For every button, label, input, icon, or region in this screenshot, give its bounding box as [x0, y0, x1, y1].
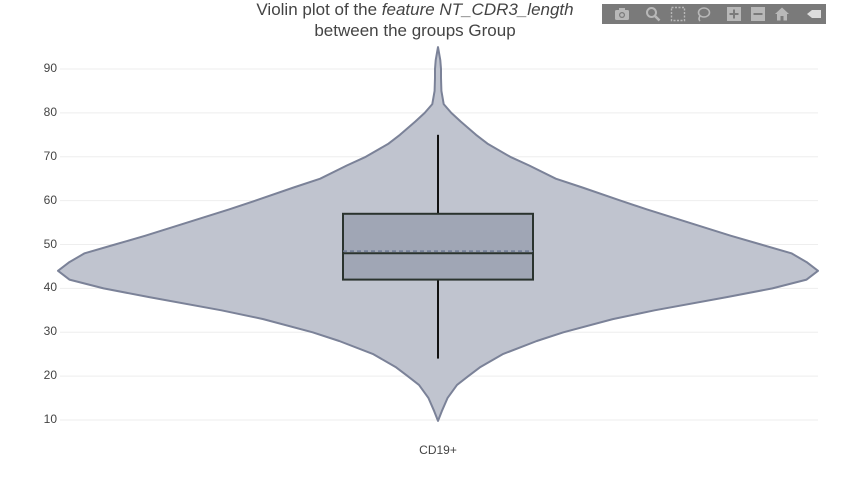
y-tick-label: 10 — [43, 412, 57, 426]
y-tick-label: 30 — [43, 324, 57, 339]
violin-chart — [57, 46, 819, 422]
x-tick-label: CD19+ — [419, 443, 457, 457]
y-tick-label: 90 — [43, 61, 57, 75]
y-tick-label: 20 — [43, 368, 57, 383]
box-iqr — [342, 212, 534, 281]
y-tick-label: 70 — [43, 148, 57, 163]
y-tick-label: 80 — [43, 104, 57, 119]
y-tick-label: 40 — [43, 280, 57, 295]
y-tick-label: 50 — [43, 236, 57, 251]
y-tick-label: 60 — [43, 192, 57, 207]
